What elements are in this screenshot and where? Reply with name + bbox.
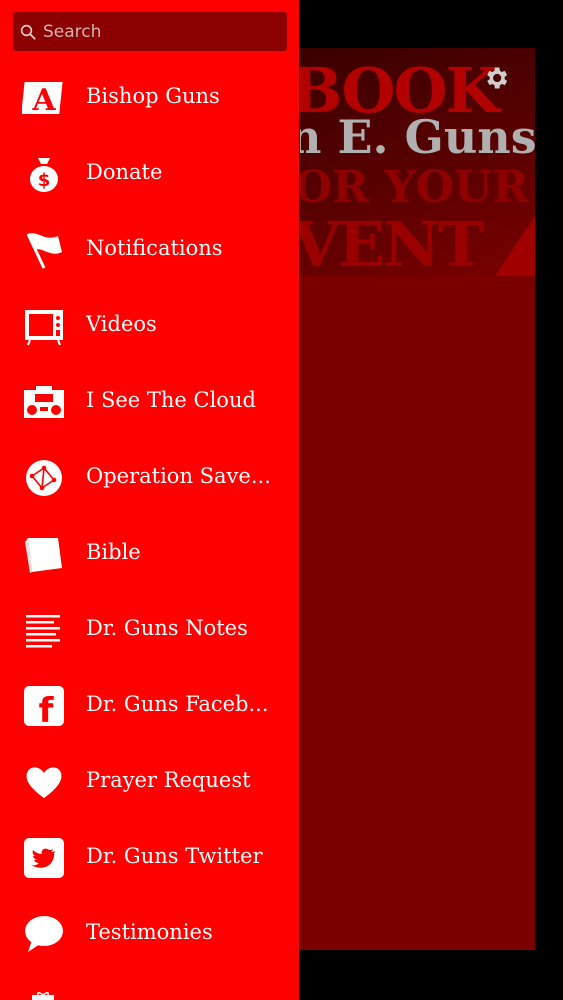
menu-item-label: Operation Save... — [86, 464, 271, 488]
menu-item-label: Dr. Guns Faceb... — [86, 692, 269, 716]
menu-item-prayer-request[interactable]: Prayer Request — [0, 744, 299, 820]
facebook-icon: f — [22, 686, 66, 726]
menu-item-dr-guns-facebook[interactable]: f Dr. Guns Faceb... — [0, 668, 299, 744]
search-input[interactable] — [43, 21, 273, 42]
heart-icon — [22, 762, 66, 802]
menu-item-label: Dr. Guns Notes — [86, 616, 248, 640]
gift-icon — [32, 992, 54, 1000]
side-drawer: A Bishop Guns $ Donate — [0, 0, 299, 1000]
content-panel — [300, 276, 535, 950]
svg-text:A: A — [31, 83, 56, 118]
flag-icon — [22, 230, 66, 270]
menu-item-label: Notifications — [86, 236, 223, 260]
menu-item-bishop-guns[interactable]: A Bishop Guns — [0, 60, 299, 136]
banner-line-2: n E. Guns — [300, 110, 535, 164]
menu-item-label: Videos — [86, 312, 157, 336]
menu-item-label: Donate — [86, 160, 163, 184]
menu-item-notifications[interactable]: Notifications — [0, 212, 299, 288]
menu-item-testimonies[interactable]: Testimonies — [0, 896, 299, 972]
search-icon — [20, 24, 36, 40]
menu-item-label: Prayer Request — [86, 768, 251, 792]
banner-line-3: OR YOUR — [300, 162, 529, 213]
menu-item-label: Bishop Guns — [86, 84, 220, 108]
network-globe-icon — [22, 458, 66, 498]
menu-item-label: Dr. Guns Twitter — [86, 844, 263, 868]
menu-item-i-see-the-cloud[interactable]: I See The Cloud — [0, 364, 299, 440]
gear-icon[interactable] — [482, 64, 510, 92]
menu-item-label: Testimonies — [86, 920, 213, 944]
banner-decoration — [495, 216, 535, 276]
menu-item-operation-save[interactable]: Operation Save... — [0, 440, 299, 516]
speech-bubble-icon — [22, 914, 66, 954]
menu-item-label: I See The Cloud — [86, 388, 256, 412]
twitter-icon — [22, 838, 66, 878]
money-bag-icon: $ — [22, 154, 66, 194]
tv-icon — [22, 306, 66, 346]
menu-item-bible[interactable]: Bible — [0, 516, 299, 592]
drawer-menu: A Bishop Guns $ Donate Notifications Vid… — [0, 60, 299, 972]
banner-line-4: VENT — [300, 208, 484, 276]
menu-item-label: Bible — [86, 540, 141, 564]
menu-item-donate[interactable]: $ Donate — [0, 136, 299, 212]
menu-item-dr-guns-twitter[interactable]: Dr. Guns Twitter — [0, 820, 299, 896]
book-icon — [22, 534, 66, 574]
menu-item-dr-guns-notes[interactable]: Dr. Guns Notes — [0, 592, 299, 668]
menu-item-videos[interactable]: Videos — [0, 288, 299, 364]
letter-a-icon: A — [22, 78, 66, 118]
text-lines-icon — [22, 610, 66, 650]
radio-icon — [22, 382, 66, 422]
svg-text:f: f — [39, 691, 55, 726]
svg-text:$: $ — [38, 170, 51, 191]
search-bar[interactable] — [13, 12, 287, 51]
